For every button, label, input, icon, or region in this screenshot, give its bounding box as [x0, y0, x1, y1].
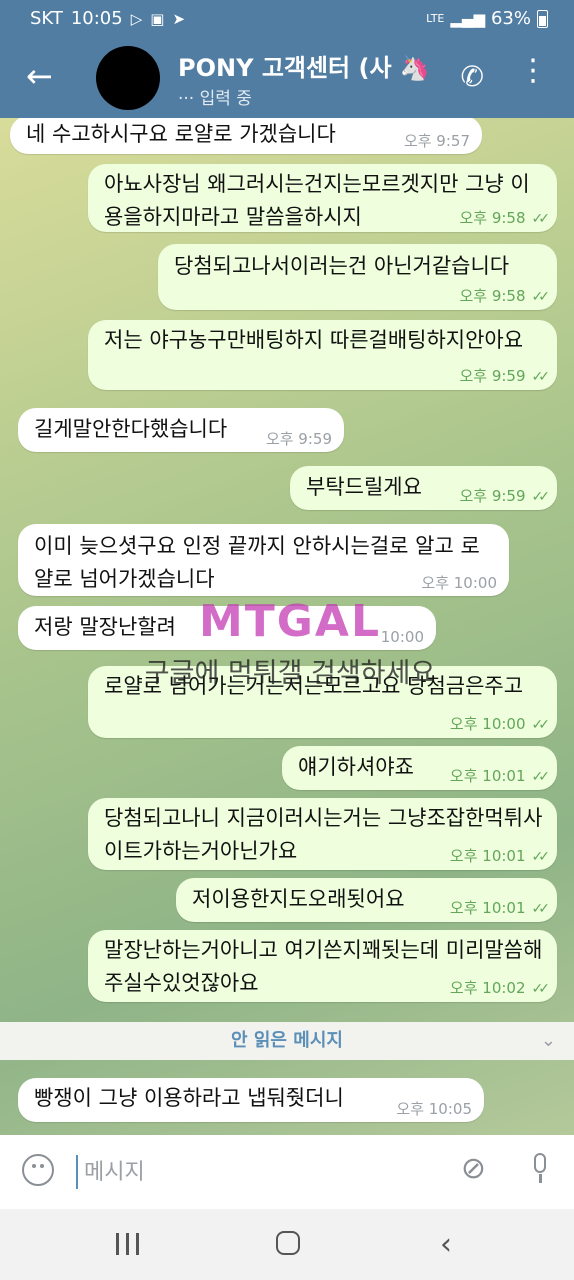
message-bubble[interactable]: 빵쟁이 그냥 이용하라고 냅둬줫더니 오후 10:05	[18, 1078, 484, 1122]
phone-call-icon[interactable]: ✆	[461, 60, 484, 93]
message-bubble[interactable]: 길게말안한다했습니다 오후 9:59	[18, 408, 344, 452]
back-arrow-icon[interactable]: ←	[26, 60, 53, 92]
message-bubble[interactable]: 말장난하는거아니고 여기쓴지꽤됫는데 미리말씀해주실수있엇잖아요 오후 10:0…	[88, 930, 557, 1002]
double-check-icon: ✓✓	[531, 849, 551, 865]
emoji-icon[interactable]	[22, 1154, 54, 1186]
battery-percent: 63%	[490, 8, 531, 29]
microphone-icon[interactable]	[530, 1153, 550, 1183]
message-bubble[interactable]: 아뇨사장님 왜그러시는건지는모르겟지만 그냥 이용을하지마라고 말씀을하시지 오…	[88, 164, 557, 232]
message-bubble[interactable]: 저는 야구농구만배팅하지 따른걸배팅하지안아요 오후 9:59 ✓✓	[88, 320, 557, 390]
double-check-icon: ✓✓	[531, 717, 551, 733]
typing-status: ··· 입력 중	[178, 89, 252, 109]
message-bubble[interactable]: 당첨되고나서이러는건 아닌거같습니다 오후 9:58 ✓✓	[158, 244, 557, 310]
double-check-icon: ✓✓	[531, 901, 551, 917]
message-bubble[interactable]: 로얄로 넘어가는거는저는모르고요 당첨금은주고 오후 10:00 ✓✓	[88, 666, 557, 738]
message-time: 오후 10:01	[449, 767, 526, 785]
status-bar: SKT 10:05 ▷ ▣ ➤ LTE ▂▄▆ 63%	[0, 0, 574, 38]
message-time: 오후 10:00	[449, 715, 526, 733]
play-store-icon: ▷	[130, 9, 143, 28]
message-time: 오후 9:58	[459, 209, 526, 227]
paperclip-icon[interactable]: ⊘	[461, 1151, 486, 1186]
message-bubble[interactable]: 이미 늦으셧구요 인정 끝까지 안하시는걸로 알고 로얄로 넘어가겠습니다 오후…	[18, 524, 509, 596]
system-nav-bar: ‹	[0, 1209, 574, 1280]
message-text: 저는 야구농구만배팅하지 따른걸배팅하지안아요	[104, 328, 524, 352]
more-options-icon[interactable]: ⋮	[518, 56, 548, 86]
text-cursor	[76, 1155, 78, 1189]
telegram-icon: ➤	[172, 9, 186, 28]
double-check-icon: ✓✓	[531, 769, 551, 785]
carrier-label: SKT	[30, 8, 63, 29]
message-text: 저랑 말장난할려	[34, 615, 176, 639]
back-icon[interactable]: ‹	[440, 1227, 452, 1262]
message-text: 로얄로 넘어가는거는저는모르고요 당첨금은주고	[104, 674, 524, 698]
message-composer: ⊘	[0, 1135, 574, 1209]
network-type: LTE	[426, 12, 445, 25]
chat-title-text: PONY 고객센터 (사	[178, 54, 392, 82]
double-check-icon: ✓✓	[531, 489, 551, 505]
home-icon[interactable]	[276, 1231, 300, 1255]
message-text: 네 수고하시구요 로얄로 가겠습니다	[26, 122, 336, 146]
message-bubble[interactable]: 부탁드릴게요 오후 9:59 ✓✓	[290, 466, 557, 510]
message-time: 오후 9:59	[459, 487, 526, 505]
double-check-icon: ✓✓	[531, 211, 551, 227]
recents-icon[interactable]	[116, 1233, 140, 1255]
chevron-down-icon[interactable]: ⌄	[541, 1022, 556, 1060]
unread-divider: 안 읽은 메시지 ⌄	[0, 1022, 574, 1060]
message-bubble[interactable]: 저이용한지도오래됫어요 오후 10:01 ✓✓	[176, 878, 557, 922]
double-check-icon: ✓✓	[531, 369, 551, 385]
signal-icon: ▂▄▆	[450, 9, 485, 28]
battery-icon	[537, 9, 548, 28]
message-bubble[interactable]: 네 수고하시구요 로얄로 가겠습니다 오후 9:57	[10, 118, 482, 154]
message-list[interactable]: 네 수고하시구요 로얄로 가겠습니다 오후 9:57 아뇨사장님 왜그러시는건지…	[0, 118, 574, 1135]
message-time: 오후 9:58	[459, 287, 526, 305]
message-input[interactable]	[82, 1151, 426, 1193]
message-time: 오후 10:01	[449, 847, 526, 865]
double-check-icon: ✓✓	[531, 981, 551, 997]
unicorn-icon: 🦄	[399, 54, 430, 82]
message-bubble[interactable]: 얘기하셔야죠 오후 10:01 ✓✓	[282, 746, 557, 790]
message-time: 오후 9:59	[459, 367, 526, 385]
message-time: 10:00	[380, 628, 424, 646]
gallery-icon: ▣	[150, 9, 165, 28]
message-time: 오후 10:00	[421, 574, 497, 592]
message-bubble[interactable]: 저랑 말장난할려 10:00	[18, 606, 436, 650]
avatar[interactable]	[96, 46, 160, 110]
unread-divider-label: 안 읽은 메시지	[231, 1030, 343, 1051]
message-text: 당첨되고나서이러는건 아닌거같습니다	[174, 254, 510, 278]
message-time: 오후 10:01	[449, 899, 526, 917]
message-time: 오후 10:02	[449, 979, 526, 997]
message-time: 오후 10:05	[396, 1100, 472, 1118]
message-bubble[interactable]: 당첨되고나니 지금이러시는거는 그냥조잡한먹튀사이트가하는거아닌가요 오후 10…	[88, 798, 557, 870]
chat-title[interactable]: PONY 고객센터 (사 🦄	[178, 48, 436, 83]
message-time: 오후 9:59	[265, 430, 332, 448]
chat-header: ← PONY 고객센터 (사 🦄 ··· 입력 중 ✆ ⋮	[0, 38, 574, 118]
clock: 10:05	[70, 8, 123, 29]
double-check-icon: ✓✓	[531, 289, 551, 305]
message-time: 오후 9:57	[403, 132, 470, 150]
